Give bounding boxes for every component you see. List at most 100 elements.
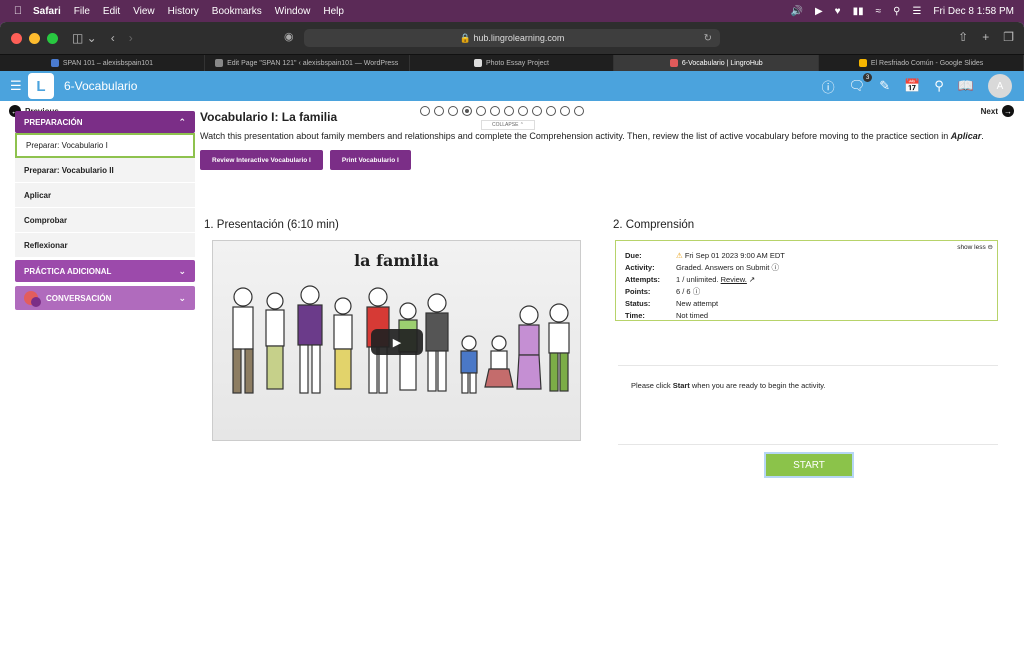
address-bar[interactable]: 🔒 hub.lingrolearning.com ↻ [304, 29, 720, 47]
menu-file[interactable]: File [74, 6, 90, 17]
tab-favicon [858, 59, 867, 67]
info-icon[interactable]: ⓘ [693, 287, 701, 296]
attempts-text: 1 / unlimited. [676, 274, 719, 284]
lesson-title: Vocabulario I: La familia [200, 110, 338, 124]
control-center-icon[interactable]: ☰ [912, 6, 921, 17]
tab-strip: SPAN 101 – alexisbspain101 Edit Page "SP… [0, 54, 1024, 71]
intro-end: . [981, 131, 984, 141]
volume-icon[interactable]: 🔊 [791, 6, 803, 17]
wifi-icon[interactable]: ≈ [876, 6, 882, 17]
show-less-toggle[interactable]: show less ⊖ [957, 243, 993, 251]
start-button[interactable]: START [764, 452, 854, 478]
intro-text: Watch this presentation about family mem… [200, 131, 951, 141]
heart-icon[interactable]: ♥ [835, 6, 841, 17]
conversation-icon [24, 291, 41, 307]
sidebar-item-preparar-vocab-1[interactable]: Preparar: Vocabulario I [15, 133, 195, 158]
avatar[interactable]: A [988, 74, 1012, 98]
status-value: New attempt [676, 298, 719, 308]
forward-arrow-icon[interactable]: › [129, 31, 133, 45]
share-icon[interactable]: ⇧ [958, 30, 968, 44]
tab-favicon [215, 59, 224, 67]
print-vocab-button[interactable]: Print Vocabulario I [329, 150, 411, 170]
tab-label: Photo Essay Project [485, 59, 549, 67]
menu-window[interactable]: Window [275, 6, 311, 17]
apple-icon[interactable]:  [11, 5, 25, 17]
tab-photo-essay[interactable]: Photo Essay Project [410, 55, 615, 71]
row-activity: Activity: Graded. Answers on Submit ⓘ [625, 261, 785, 273]
help-icon[interactable]: ⓘ [822, 77, 835, 96]
activity-text: Graded. Answers on Submit [676, 262, 770, 272]
row-points: Points: 6 / 6 ⓘ [625, 285, 785, 297]
minimize-window-button[interactable] [29, 32, 40, 44]
calendar-icon[interactable]: 📅 [904, 78, 920, 94]
sidebar-item-label: Aplicar [24, 190, 52, 200]
section-conversacion[interactable]: CONVERSACIÓN ⌄ [15, 286, 195, 310]
sidebar-item-reflexionar[interactable]: Reflexionar [15, 233, 195, 258]
sidebar-item-comprobar[interactable]: Comprobar [15, 208, 195, 233]
tab-google-slides[interactable]: El Resfriado Común - Google Slides [819, 55, 1024, 71]
presentation-heading: 1. Presentación (6:10 min) [204, 219, 339, 231]
menu-bookmarks[interactable]: Bookmarks [212, 6, 262, 17]
menu-history[interactable]: History [168, 6, 199, 17]
section-preparacion[interactable]: PREPARACIÓN ⌃ [15, 111, 195, 133]
sidebar-item-preparar-vocab-2[interactable]: Preparar: Vocabulario II [15, 158, 195, 183]
points-label: Points: [625, 286, 651, 296]
battery-icon[interactable]: ▮▮ [853, 6, 864, 17]
privacy-shield-icon[interactable]: ◉ [284, 30, 294, 43]
macos-menubar:  Safari File Edit View History Bookmark… [0, 0, 1024, 22]
sidebar-item-label: Comprobar [24, 215, 68, 225]
points-text: 6 / 6 [676, 286, 691, 296]
menubar-clock[interactable]: Fri Dec 8 1:58 PM [933, 6, 1014, 17]
edit-icon[interactable]: ✎ [879, 78, 890, 94]
tab-favicon [473, 59, 482, 67]
review-link[interactable]: Review. [721, 275, 747, 284]
video-player[interactable]: la familia ▶ [212, 240, 581, 441]
book-icon[interactable]: 📖 [958, 78, 974, 94]
section-practica-adicional[interactable]: PRÁCTICA ADICIONAL ⌄ [15, 260, 195, 282]
close-window-button[interactable] [11, 32, 22, 44]
lesson-intro: Watch this presentation about family mem… [200, 130, 1006, 143]
due-text: Fri Sep 01 2023 9:00 AM EDT [684, 250, 785, 260]
chat-icon[interactable]: 🗨 3 [849, 73, 873, 94]
app-header: ☰ L 6-Vocabulario ⓘ 🗨 3 ✎ 📅 ⚲ 📖 A [0, 71, 1024, 101]
hamburger-menu-icon[interactable]: ☰ [10, 78, 24, 94]
play-icon: ▶ [392, 336, 402, 349]
new-tab-icon[interactable]: + [982, 30, 989, 44]
page-title: 6-Vocabulario [64, 79, 138, 93]
due-label: Due: [625, 250, 642, 260]
intro-emphasis: Aplicar [950, 131, 982, 141]
review-vocab-button[interactable]: Review Interactive Vocabulario I [200, 150, 323, 170]
sidebar-toggle-icon[interactable]: ◫ ⌄ [72, 31, 97, 45]
info-icon[interactable]: ⓘ [771, 263, 779, 272]
reload-icon[interactable]: ↻ [704, 33, 712, 44]
sidebar-item-label: Preparar: Vocabulario II [24, 165, 114, 175]
sidebar-item-label: Preparar: Vocabulario I [26, 141, 108, 150]
tab-wordpress[interactable]: Edit Page "SPAN 121" ‹ alexisbspain101 —… [205, 55, 410, 71]
tab-overview-icon[interactable]: ❐ [1003, 30, 1014, 44]
play-button[interactable]: ▶ [371, 329, 423, 355]
lock-icon: 🔒 [459, 32, 474, 43]
menu-help[interactable]: Help [323, 6, 344, 17]
attempts-value: 1 / unlimited. Review. ↗ [676, 273, 785, 285]
spotlight-icon[interactable]: ⚲ [893, 6, 900, 17]
play-status-icon[interactable]: ▶ [815, 6, 823, 17]
url-text: hub.lingrolearning.com [473, 33, 565, 43]
menu-app[interactable]: Safari [33, 6, 61, 17]
tab-label: SPAN 101 – alexisbspain101 [62, 59, 153, 67]
tab-span101[interactable]: SPAN 101 – alexisbspain101 [0, 55, 205, 71]
external-link-icon[interactable]: ↗ [749, 275, 755, 284]
attempts-label: Attempts: [625, 274, 660, 284]
tab-lingrohub[interactable]: 6-Vocabulario | LingroHub [614, 55, 820, 71]
sidebar-item-aplicar[interactable]: Aplicar [15, 183, 195, 208]
menu-edit[interactable]: Edit [103, 6, 120, 17]
back-arrow-icon[interactable]: ‹ [111, 31, 115, 45]
zoom-window-button[interactable] [47, 32, 58, 44]
comprehension-heading: 2. Comprensión [613, 219, 695, 231]
window-controls [11, 32, 58, 44]
section-label: PRÁCTICA ADICIONAL [24, 266, 112, 276]
tab-favicon [50, 59, 59, 67]
lingro-logo[interactable]: L [28, 73, 54, 99]
menu-view[interactable]: View [133, 6, 155, 17]
search-icon[interactable]: ⚲ [934, 78, 944, 94]
tab-label: El Resfriado Común - Google Slides [870, 59, 984, 67]
